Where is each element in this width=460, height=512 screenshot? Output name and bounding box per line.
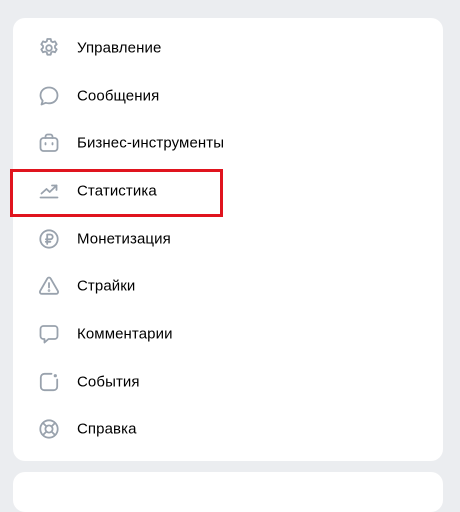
menu-item-label: События xyxy=(77,373,140,391)
menu-item-monetization[interactable]: Монетизация xyxy=(13,215,443,263)
menu-item-help[interactable]: Справка xyxy=(13,406,443,454)
menu-item-messages[interactable]: Сообщения xyxy=(13,72,443,120)
menu-item-events[interactable]: События xyxy=(13,358,443,406)
menu-item-strikes[interactable]: Страйки xyxy=(13,262,443,310)
menu-item-statistics[interactable]: Статистика xyxy=(13,167,443,215)
menu-item-label: Монетизация xyxy=(77,230,171,248)
settings-menu-card: Управление Сообщения Бизнес-инструменты xyxy=(13,18,443,461)
menu-item-label: Управление xyxy=(77,39,162,57)
menu-item-label: Сообщения xyxy=(77,87,160,105)
menu-item-label: Комментарии xyxy=(77,325,173,343)
menu-item-management[interactable]: Управление xyxy=(13,24,443,72)
menu-item-business-tools[interactable]: Бизнес-инструменты xyxy=(13,119,443,167)
menu-item-label: Бизнес-инструменты xyxy=(77,134,225,152)
trend-chart-icon xyxy=(37,179,61,203)
message-bubble-icon xyxy=(37,84,61,108)
next-card xyxy=(13,472,443,512)
ruble-coin-icon xyxy=(37,227,61,251)
gear-icon xyxy=(37,36,61,60)
menu-item-label: Справка xyxy=(77,420,137,438)
event-square-icon xyxy=(37,370,61,394)
lifebuoy-icon xyxy=(37,417,61,441)
menu-item-label: Страйки xyxy=(77,277,136,295)
menu-item-comments[interactable]: Комментарии xyxy=(13,310,443,358)
warning-triangle-icon xyxy=(37,274,61,298)
settings-menu: Управление Сообщения Бизнес-инструменты xyxy=(13,24,443,453)
briefcase-icon xyxy=(37,131,61,155)
menu-item-label: Статистика xyxy=(77,182,157,200)
comment-icon xyxy=(37,322,61,346)
